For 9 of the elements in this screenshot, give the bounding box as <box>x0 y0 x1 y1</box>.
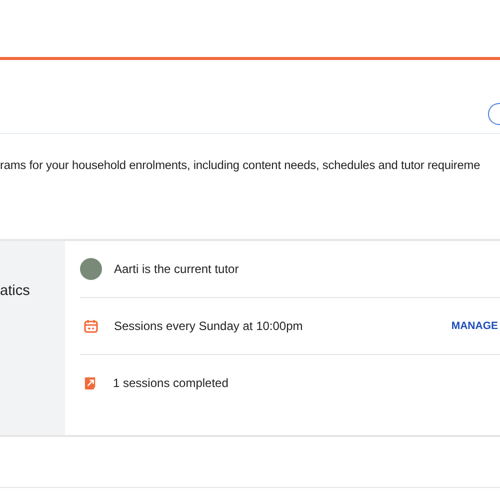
row-text: Aarti is the current tutor <box>114 262 239 276</box>
description-text: rams for your household enrolments, including content needs, schedules and tutor requireme <box>0 158 482 173</box>
manage-link[interactable]: MANAGE <box>451 320 498 332</box>
calendar-icon <box>84 319 98 333</box>
row-text: Sessions every Sunday at 10:00pm <box>114 319 303 333</box>
outline-button[interactable] <box>488 102 500 124</box>
subject-name: atics <box>0 283 30 299</box>
row-text: 1 sessions completed <box>113 376 228 390</box>
avatar-icon <box>80 258 102 280</box>
